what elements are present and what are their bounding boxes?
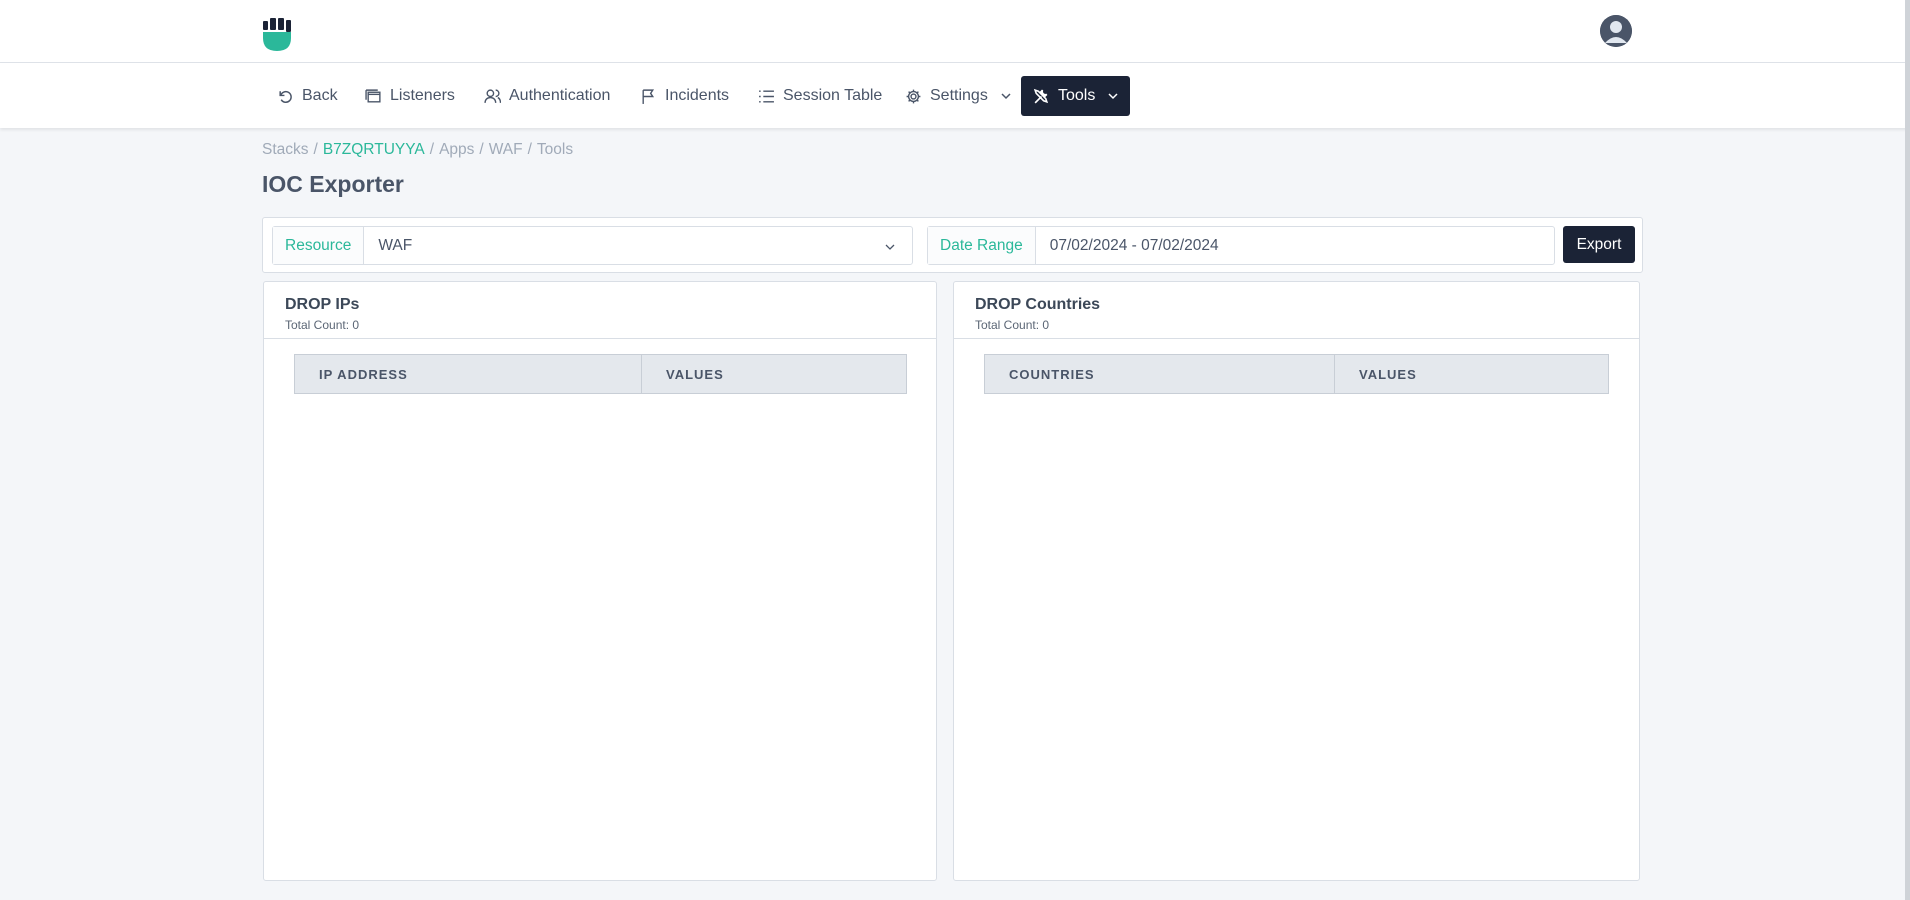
export-button[interactable]: Export	[1563, 226, 1635, 263]
nav-tools-label: Tools	[1058, 87, 1096, 104]
chevron-down-icon	[1001, 93, 1011, 100]
flag-icon	[642, 88, 655, 104]
nav-settings-label: Settings	[930, 87, 988, 104]
undo-icon	[279, 90, 292, 103]
resource-value: WAF	[378, 236, 413, 254]
nav-tools[interactable]: Tools	[1021, 76, 1130, 116]
breadcrumb: Stacks / B7ZQRTUYYA / Apps / WAF / Tools	[262, 141, 573, 159]
breadcrumb-separator: /	[527, 141, 532, 158]
nav-session-table-label: Session Table	[783, 87, 883, 104]
column-header-values[interactable]: VALUES	[642, 355, 906, 393]
page-scrollbar[interactable]	[1905, 0, 1910, 900]
windows-icon	[365, 88, 381, 103]
breadcrumb-separator: /	[313, 141, 318, 158]
nav-settings[interactable]: Settings	[893, 76, 1024, 116]
nav-authentication-label: Authentication	[509, 87, 611, 104]
nav-back[interactable]: Back	[265, 76, 350, 116]
drop-ips-table-header: IP ADDRESS VALUES	[294, 354, 907, 394]
nav-session-table[interactable]: Session Table	[746, 76, 894, 116]
chevron-down-icon	[1108, 93, 1118, 100]
breadcrumb-tools: Tools	[536, 141, 574, 158]
column-header-countries[interactable]: COUNTRIES	[985, 355, 1335, 393]
nav-incidents-label: Incidents	[665, 87, 730, 104]
top-bar	[0, 0, 1910, 63]
user-avatar[interactable]	[1600, 15, 1632, 47]
resource-label: Resource	[273, 227, 365, 264]
page-title: IOC Exporter	[262, 171, 404, 197]
breadcrumb-waf[interactable]: WAF	[489, 141, 523, 158]
date-range-input[interactable]: 07/02/2024 - 07/02/2024	[1036, 227, 1554, 264]
date-range-label: Date Range	[928, 227, 1036, 264]
tools-icon	[1033, 88, 1049, 103]
drop-ips-header: DROP IPs Total Count: 0	[264, 282, 936, 339]
brand-logo-icon[interactable]	[262, 18, 292, 52]
column-header-ip-address[interactable]: IP ADDRESS	[295, 355, 642, 393]
date-range-group[interactable]: Date Range 07/02/2024 - 07/02/2024	[927, 226, 1555, 265]
nav-back-label: Back	[302, 87, 338, 104]
main-nav: Back Listeners Authentication Incidents …	[0, 63, 1910, 128]
nav-listeners[interactable]: Listeners	[353, 76, 467, 116]
drop-countries-header: DROP Countries Total Count: 0	[954, 282, 1639, 339]
drop-ips-card: DROP IPs Total Count: 0 IP ADDRESS VALUE…	[263, 281, 937, 881]
breadcrumb-separator: /	[429, 141, 435, 158]
chevron-down-icon	[885, 244, 895, 250]
drop-ips-title: DROP IPs	[285, 296, 360, 313]
breadcrumb-stacks[interactable]: Stacks	[262, 141, 309, 158]
drop-countries-total: Total Count: 0	[975, 318, 1050, 332]
breadcrumb-separator: /	[479, 141, 484, 158]
drop-countries-card: DROP Countries Total Count: 0 COUNTRIES …	[953, 281, 1640, 881]
list-icon	[759, 89, 774, 103]
drop-countries-title: DROP Countries	[975, 296, 1101, 313]
breadcrumb-apps[interactable]: Apps	[439, 141, 474, 158]
nav-authentication[interactable]: Authentication	[472, 76, 622, 116]
nav-listeners-label: Listeners	[390, 87, 455, 104]
drop-ips-total: Total Count: 0	[285, 318, 360, 332]
drop-countries-table-header: COUNTRIES VALUES	[984, 354, 1609, 394]
filter-panel: Resource WAF Date Range 07/02/2024 - 07/…	[262, 217, 1643, 273]
users-icon	[484, 88, 501, 103]
resource-select-group[interactable]: Resource WAF	[272, 226, 913, 265]
column-header-values[interactable]: VALUES	[1335, 355, 1608, 393]
breadcrumb-stack-id[interactable]: B7ZQRTUYYA	[323, 141, 425, 158]
nav-incidents[interactable]: Incidents	[628, 76, 741, 116]
resource-select[interactable]: WAF	[364, 227, 912, 264]
gear-icon	[906, 89, 921, 103]
